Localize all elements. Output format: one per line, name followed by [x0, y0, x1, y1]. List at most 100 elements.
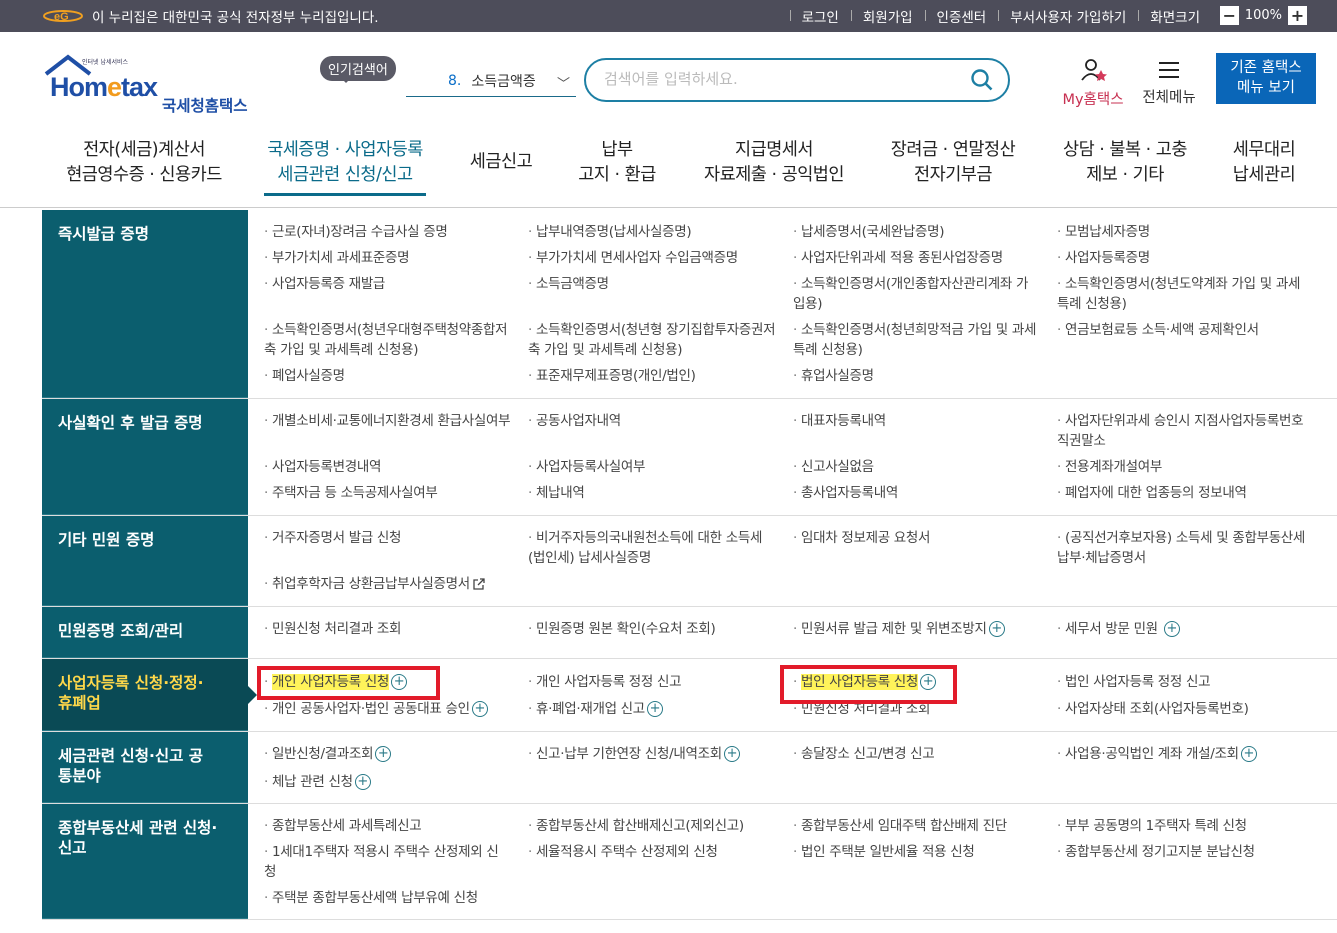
dept-user-signup-link[interactable]: 부서사용자 가입하기: [998, 6, 1138, 26]
menu-item[interactable]: 법인 사업자등록 정정 신고: [1057, 672, 1317, 692]
menu-item[interactable]: 폐업사실증명: [264, 366, 514, 386]
menu-item[interactable]: 종합부동산세 정기고지분 분납신청: [1057, 842, 1319, 862]
menu-item[interactable]: 부가가치세 면세사업자 수입금액증명: [528, 248, 778, 268]
menu-item[interactable]: 개인 공동사업자·법인 공동대표 승인+: [264, 699, 526, 719]
section-title: 민원증명 조회/관리: [42, 607, 248, 658]
menu-item[interactable]: 총사업자등록내역: [793, 483, 1043, 503]
menu-item[interactable]: 취업후학자금 상환금납부사실증명서: [264, 574, 524, 594]
zoom-out-button[interactable]: −: [1219, 6, 1239, 25]
signup-link[interactable]: 회원가입: [850, 6, 925, 26]
gov-banner: eG 이 누리집은 대한민국 공식 전자정부 누리집입니다. 로그인 회원가입 …: [0, 0, 1337, 32]
menu-item[interactable]: 표준재무제표증명(개인/법인): [528, 366, 778, 386]
nav-consultation[interactable]: 상담 · 불복 · 고충 제보 · 기타: [1058, 138, 1192, 188]
menu-item[interactable]: 사업용·공익법인 계좌 개설/조회+: [1057, 744, 1319, 764]
my-hometax-button[interactable]: My홈택스: [1058, 58, 1128, 109]
menu-item[interactable]: 전용계좌개설여부: [1057, 457, 1317, 477]
menu-item[interactable]: 종합부동산세 합산배제신고(제외신고): [528, 816, 778, 836]
all-menu-button[interactable]: 전체메뉴: [1138, 58, 1200, 107]
all-menu-label: 전체메뉴: [1142, 90, 1196, 106]
svg-text:eG: eG: [54, 11, 69, 23]
menu-item[interactable]: 소득확인증명서(청년희망적금 가입 및 과세특례 신청용): [793, 320, 1043, 360]
menu-item[interactable]: 종합부동산세 임대주택 합산배제 진단: [793, 816, 1043, 836]
menu-item[interactable]: 근로(자녀)장려금 수급사실 증명: [264, 222, 514, 242]
menu-item[interactable]: 사업자단위과세 적용 종된사업장증명: [793, 248, 1043, 268]
section-title: 세금관련 신청·신고 공통분야: [42, 732, 248, 803]
menu-item[interactable]: 휴·폐업·재개업 신고+: [528, 699, 778, 719]
menu-item[interactable]: 소득확인증명서(청년도약계좌 가입 및 과세특례 신청용): [1057, 274, 1312, 314]
menu-item[interactable]: 소득확인증명서(청년형 장기집합투자증권저축 가입 및 과세특례 신청용): [528, 320, 778, 360]
menu-item[interactable]: 민원증명 원본 확인(수요처 조회): [528, 619, 778, 639]
expand-plus-icon[interactable]: +: [988, 621, 1005, 637]
expand-plus-icon[interactable]: +: [1240, 746, 1257, 762]
nav-payment-statement[interactable]: 지급명세서 자료제출 · 공익법인: [700, 138, 848, 188]
search-icon[interactable]: [970, 68, 994, 92]
nav-tax-agent[interactable]: 세무대리 납세관리: [1228, 138, 1300, 188]
menu-item[interactable]: 휴업사실증명: [793, 366, 1043, 386]
my-hometax-label: My홈택스: [1062, 92, 1124, 108]
menu-item[interactable]: 사업자단위과세 승인시 지점사업자등록번호 직권말소: [1057, 411, 1315, 451]
zoom-in-button[interactable]: +: [1288, 6, 1307, 25]
menu-item[interactable]: 납부내역증명(납세사실증명): [528, 222, 778, 242]
section-business-registration: 사업자등록 신청·정정·휴폐업 개인 사업자등록 신청+ 개인 사업자등록 정정…: [42, 659, 1337, 732]
expand-plus-icon[interactable]: +: [1163, 621, 1180, 637]
menu-item[interactable]: 일반신청/결과조회+: [264, 744, 514, 764]
nav-certificates-registration[interactable]: 국세증명 · 사업자등록 세금관련 신청/신고: [264, 138, 426, 196]
expand-plus-icon[interactable]: +: [646, 701, 663, 717]
menu-item[interactable]: 신고사실없음: [793, 457, 1043, 477]
menu-item[interactable]: 사업자등록증 재발급: [264, 274, 514, 294]
menu-item[interactable]: 거주자증명서 발급 신청: [264, 528, 514, 548]
menu-item[interactable]: 주택자금 등 소득공제사실여부: [264, 483, 514, 503]
menu-item[interactable]: 개별소비세·교통에너지환경세 환급사실여부: [264, 411, 514, 431]
menu-item[interactable]: 대표자등록내역: [793, 411, 1043, 431]
menu-item[interactable]: 주택분 종합부동산세액 납부유예 신청: [264, 888, 526, 908]
active-tab-underline: [264, 193, 426, 196]
old-hometax-menu-button[interactable]: 기존 홈택스 메뉴 보기: [1216, 53, 1316, 104]
menu-item[interactable]: 사업자상태 조회(사업자등록번호): [1057, 699, 1317, 719]
top-links: 로그인 회원가입 인증센터 부서사용자 가입하기 화면크기: [789, 0, 1212, 32]
menu-item[interactable]: 세율적용시 주택수 산정제외 신청: [528, 842, 778, 862]
menu-item[interactable]: 비거주자등의국내원천소득에 대한 소득세(법인세) 납세사실증명: [528, 528, 776, 568]
expand-plus-icon[interactable]: +: [354, 774, 371, 790]
menu-item[interactable]: 부가가치세 과세표준증명: [264, 248, 514, 268]
menu-item[interactable]: 체납내역: [528, 483, 778, 503]
expand-plus-icon[interactable]: +: [723, 746, 740, 762]
expand-plus-icon[interactable]: +: [471, 701, 488, 717]
menu-item[interactable]: 사업자등록증명: [1057, 248, 1317, 268]
menu-item[interactable]: 소득확인증명서(개인종합자산관리계좌 가입용): [793, 274, 1038, 314]
menu-item[interactable]: 종합부동산세 과세특례신고: [264, 816, 514, 836]
menu-item[interactable]: 법인 주택분 일반세율 적용 신청: [793, 842, 1043, 862]
popular-search-dropdown[interactable]: 8. 소득금액증 ﹀: [406, 65, 576, 97]
login-link[interactable]: 로그인: [789, 6, 851, 26]
menu-item[interactable]: 민원서류 발급 제한 및 위변조방지+: [793, 619, 1053, 639]
menu-item[interactable]: 사업자등록변경내역: [264, 457, 514, 477]
zoom-control: − 100% +: [1219, 6, 1307, 25]
nav-payment[interactable]: 납부 고지 · 환급: [574, 138, 660, 188]
menu-item[interactable]: 사업자등록사실여부: [528, 457, 778, 477]
menu-item[interactable]: 공동사업자내역: [528, 411, 778, 431]
menu-item[interactable]: 소득금액증명: [528, 274, 778, 294]
menu-item[interactable]: 소득확인증명서(청년우대형주택청약종합저축 가입 및 과세특례 신청용): [264, 320, 516, 360]
menu-item[interactable]: 납세증명서(국세완납증명): [793, 222, 1043, 242]
menu-item[interactable]: (공직선거후보자용) 소득세 및 종합부동산세 납부·체납증명서: [1057, 528, 1312, 568]
nav-tax-report[interactable]: 세금신고: [464, 150, 538, 175]
menu-item[interactable]: 세무서 방문 민원 +: [1057, 619, 1317, 639]
hometax-logo[interactable]: 인터넷 납세서비스 Hometax 국세청홈택스: [42, 54, 262, 115]
menu-item[interactable]: 1세대1주택자 적용시 주택수 산정제외 신청: [264, 842, 509, 882]
menu-item[interactable]: 임대차 정보제공 요청서: [793, 528, 1043, 548]
menu-item[interactable]: 민원신청 처리결과 조회: [264, 619, 514, 639]
menu-item[interactable]: 송달장소 신고/변경 신고: [793, 744, 1043, 764]
menu-item[interactable]: 연금보험료등 소득·세액 공제확인서: [1057, 320, 1317, 340]
menu-item[interactable]: 폐업자에 대한 업종등의 정보내역: [1057, 483, 1317, 503]
menu-item[interactable]: 체납 관련 신청+: [264, 772, 514, 792]
menu-item[interactable]: 모범납세자증명: [1057, 222, 1317, 242]
cert-center-link[interactable]: 인증센터: [924, 6, 999, 26]
menu-item[interactable]: 개인 사업자등록 정정 신고: [528, 672, 778, 692]
user-icon: [1081, 59, 1107, 81]
search-input[interactable]: [604, 70, 944, 88]
menu-item[interactable]: 신고·납부 기한연장 신청/내역조회+: [528, 744, 790, 764]
menu-item[interactable]: 부부 공동명의 1주택자 특례 신청: [1057, 816, 1319, 836]
nav-incentive[interactable]: 장려금 · 연말정산 전자기부금: [886, 138, 1020, 188]
nav-e-invoice[interactable]: 전자(세금)계산서 현금영수증 · 신용카드: [64, 138, 224, 188]
main-nav: 전자(세금)계산서 현금영수증 · 신용카드 국세증명 · 사업자등록 세금관련 신…: [0, 120, 1337, 208]
expand-plus-icon[interactable]: +: [375, 746, 392, 762]
